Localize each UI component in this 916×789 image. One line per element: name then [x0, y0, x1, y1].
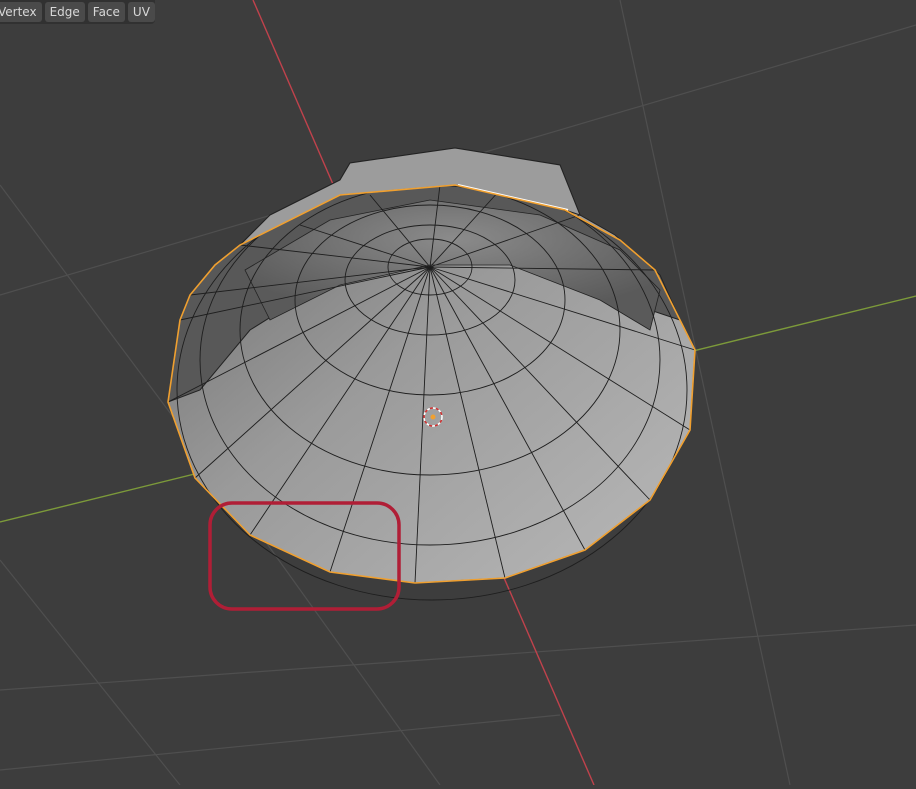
menu-face[interactable]: Face	[87, 2, 125, 22]
origin-dot-icon	[430, 414, 436, 420]
menu-edge[interactable]: Edge	[44, 2, 85, 22]
3d-viewport[interactable]: Vertex Edge Face UV	[0, 0, 916, 786]
menu-vertex[interactable]: Vertex	[0, 2, 42, 22]
edit-mode-menu-bar: Vertex Edge Face UV	[0, 0, 155, 24]
menu-uv[interactable]: UV	[127, 2, 155, 22]
viewport-canvas[interactable]	[0, 0, 916, 786]
dome-mesh[interactable]	[167, 147, 696, 601]
